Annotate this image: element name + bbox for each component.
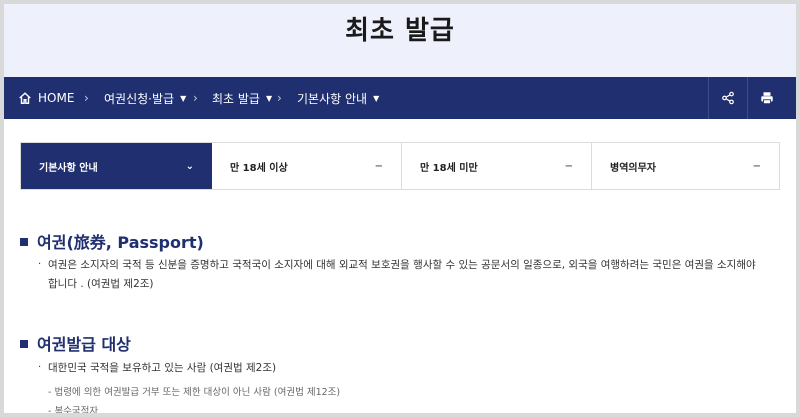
eligibility-sub-item: - 법령에 의한 여권발급 거부 또는 제한 대상이 아닌 사람 (여권법 제1… bbox=[48, 387, 341, 398]
print-icon bbox=[761, 92, 773, 105]
minus-icon: − bbox=[752, 160, 761, 172]
breadcrumb-separator-icon: › bbox=[277, 91, 282, 105]
tab-label: 병역의무자 bbox=[610, 162, 656, 174]
share-icon bbox=[722, 91, 734, 105]
breadcrumb-item-passport-apply[interactable]: 여권신청·발급 ▼ bbox=[104, 77, 186, 119]
minus-icon: − bbox=[374, 160, 383, 172]
breadcrumb-label: 기본사항 안내 bbox=[297, 91, 368, 106]
caret-down-icon: ▼ bbox=[373, 93, 380, 103]
home-icon bbox=[19, 92, 31, 104]
eligibility-sub-item: - 복수국적자 bbox=[48, 406, 99, 417]
breadcrumb-separator-icon: › bbox=[84, 91, 89, 105]
breadcrumb-separator-icon: › bbox=[193, 91, 198, 105]
print-button[interactable] bbox=[748, 77, 786, 119]
section-bullet-icon bbox=[20, 238, 28, 246]
caret-down-icon: ▼ bbox=[180, 93, 187, 103]
breadcrumb-item-basic-info[interactable]: 기본사항 안내 ▼ bbox=[297, 77, 379, 119]
breadcrumb-bar: HOME › 여권신청·발급 ▼ › 최초 발급 ▼ › 기본사항 안내 ▼ bbox=[4, 77, 796, 119]
tab-label: 만 18세 이상 bbox=[230, 162, 288, 174]
breadcrumb-home[interactable]: HOME bbox=[18, 77, 74, 119]
page-header: 최초 발급 bbox=[4, 4, 796, 77]
tab-age-18-plus[interactable]: 만 18세 이상 − bbox=[212, 143, 401, 189]
share-button[interactable] bbox=[709, 77, 747, 119]
breadcrumb-label: 최초 발급 bbox=[212, 91, 260, 106]
passport-description-line-2: 합니다 . (여권법 제2조) bbox=[48, 278, 154, 290]
passport-description-line-1: 여권은 소지자의 국적 등 신분을 증명하고 국적국이 소지자에 대해 외교적 … bbox=[48, 259, 756, 271]
section-title-eligibility: 여권발급 대상 bbox=[37, 335, 131, 354]
page-frame: 최초 발급 HOME › 여권신청·발급 ▼ › 최초 발급 ▼ › 기본사항 … bbox=[0, 0, 800, 417]
breadcrumb-item-first-issue[interactable]: 최초 발급 ▼ bbox=[212, 77, 272, 119]
bullet-dot-icon: · bbox=[38, 362, 42, 373]
tab-bar: 기본사항 안내 ⌄ 만 18세 이상 − 만 18세 미만 − 병역의무자 − bbox=[20, 142, 780, 190]
tab-label: 기본사항 안내 bbox=[39, 162, 98, 174]
tab-under-18[interactable]: 만 18세 미만 − bbox=[402, 143, 591, 189]
tab-military-service[interactable]: 병역의무자 − bbox=[592, 143, 779, 189]
breadcrumb-home-label: HOME bbox=[38, 91, 75, 105]
eligibility-main-item: 대한민국 국적을 보유하고 있는 사람 (여권법 제2조) bbox=[48, 362, 277, 374]
section-title-passport: 여권(旅券, Passport) bbox=[37, 233, 204, 252]
chevron-down-icon: ⌄ bbox=[185, 160, 194, 172]
minus-icon: − bbox=[564, 160, 573, 172]
caret-down-icon: ▼ bbox=[265, 93, 273, 103]
breadcrumb-label: 여권신청·발급 bbox=[104, 91, 175, 106]
tab-basic-info[interactable]: 기본사항 안내 ⌄ bbox=[21, 143, 212, 189]
page-title: 최초 발급 bbox=[345, 16, 455, 46]
bullet-dot-icon: · bbox=[38, 259, 42, 270]
tab-label: 만 18세 미만 bbox=[420, 162, 478, 174]
section-bullet-icon bbox=[20, 340, 28, 348]
